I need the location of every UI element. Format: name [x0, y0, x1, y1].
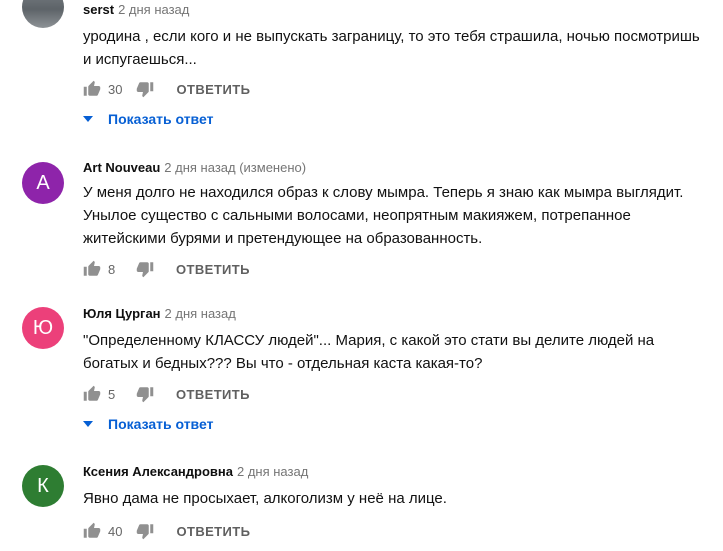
comment-text: уродина , если кого и не выпускать загра…: [83, 28, 700, 68]
avatar[interactable]: К: [22, 465, 64, 507]
like-count: 8: [108, 261, 116, 277]
comment-actions: 30 ОТВЕТИТЬ: [83, 79, 250, 99]
comment-header: Art Nouveau 2 дня назад (изменено): [83, 160, 306, 175]
comment-text: "Определенному КЛАССУ людей"... Мария, с…: [83, 332, 655, 372]
reply-button[interactable]: ОТВЕТИТЬ: [176, 82, 250, 97]
comment-actions: 5 ОТВЕТИТЬ: [83, 384, 250, 404]
avatar-letter: К: [37, 474, 49, 497]
comment-timestamp[interactable]: 2 дня назад (изменено): [164, 160, 306, 175]
thumbs-up-icon[interactable]: [83, 260, 101, 278]
comment-actions: 40 ОТВЕТИТЬ: [83, 521, 250, 541]
caret-down-icon: [83, 116, 93, 122]
thumbs-down-icon[interactable]: [136, 80, 154, 98]
comment-header: Юля Цурган 2 дня назад: [83, 306, 236, 321]
show-replies-button[interactable]: Показать ответ: [83, 111, 213, 127]
comment-timestamp[interactable]: 2 дня назад: [237, 464, 308, 479]
show-replies-button[interactable]: Показать ответ: [83, 416, 213, 432]
comment-header: Ксения Александровна 2 дня назад: [83, 464, 308, 479]
avatar-letter: Ю: [32, 316, 54, 339]
comment-author[interactable]: Юля Цурган: [83, 306, 161, 321]
show-replies-label: Показать ответ: [108, 111, 214, 127]
comment-timestamp[interactable]: 2 дня назад: [165, 306, 236, 321]
comment-author[interactable]: Art Nouveau: [83, 160, 160, 175]
reply-button[interactable]: ОТВЕТИТЬ: [176, 262, 250, 277]
thumbs-up-icon[interactable]: [83, 385, 101, 403]
thumbs-down-icon[interactable]: [136, 522, 154, 540]
avatar[interactable]: A: [22, 162, 64, 204]
thumbs-up-icon[interactable]: [83, 522, 101, 540]
like-count: 30: [108, 81, 123, 97]
show-replies-label: Показать ответ: [108, 416, 214, 432]
like-count: 40: [108, 523, 123, 539]
thumbs-down-icon[interactable]: [136, 260, 154, 278]
comment-author[interactable]: serst: [83, 2, 114, 17]
comment-actions: 8 ОТВЕТИТЬ: [83, 259, 250, 279]
thumbs-down-icon[interactable]: [136, 385, 154, 403]
comment-author[interactable]: Ксения Александровна: [83, 464, 233, 479]
avatar-letter: A: [36, 171, 50, 194]
reply-button[interactable]: ОТВЕТИТЬ: [176, 524, 250, 539]
comment-timestamp[interactable]: 2 дня назад: [118, 2, 189, 17]
caret-down-icon: [83, 421, 93, 427]
avatar[interactable]: [22, 0, 64, 28]
comment-header: serst 2 дня назад: [83, 2, 189, 17]
avatar[interactable]: Ю: [22, 307, 64, 349]
like-count: 5: [108, 386, 116, 402]
thumbs-up-icon[interactable]: [83, 80, 101, 98]
reply-button[interactable]: ОТВЕТИТЬ: [176, 387, 250, 402]
comment-text: У меня долго не находился образ к слову …: [83, 184, 684, 247]
comment-text: Явно дама не просыхает, алкоголизм у неё…: [83, 490, 447, 507]
